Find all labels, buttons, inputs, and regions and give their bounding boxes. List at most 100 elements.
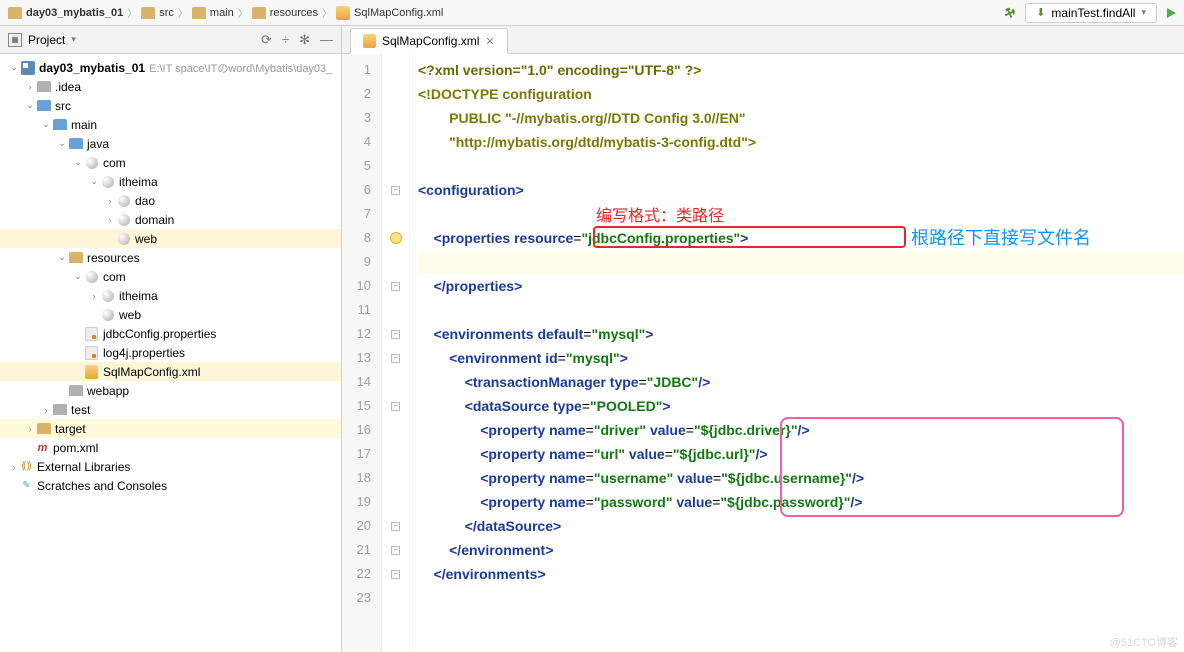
breadcrumb-item[interactable]: src [159,7,174,19]
tree-row[interactable]: ›⟪⟫External Libraries [0,457,341,476]
chevron-down-icon[interactable]: ⌄ [8,62,20,73]
code-line[interactable]: <property name="username" value="${jdbc.… [418,466,1184,490]
breadcrumb-item[interactable]: day03_mybatis_01 [26,7,123,19]
run-button-icon[interactable] [1167,8,1176,18]
close-tab-icon[interactable]: ✕ [485,35,494,48]
tree-item-label: .idea [55,80,81,94]
line-number: 12 [342,322,371,346]
fold-end-icon[interactable]: − [391,546,400,555]
line-number: 6 [342,178,371,202]
fold-end-icon[interactable]: − [391,570,400,579]
tree-item-label: com [103,156,126,170]
breadcrumb-item[interactable]: SqlMapConfig.xml [354,7,443,19]
settings-icon[interactable]: ✻ [299,32,310,48]
tree-item-label: itheima [119,175,158,189]
code-line[interactable]: </environment> [418,538,1184,562]
tree-row[interactable]: ⌄src [0,96,341,115]
fold-end-icon[interactable]: − [391,282,400,291]
chevron-right-icon[interactable]: › [8,462,20,472]
tree-row[interactable]: ⌄main [0,115,341,134]
code-line[interactable]: "http://mybatis.org/dtd/mybatis-3-config… [418,130,1184,154]
code-line[interactable]: <dataSource type="POOLED"> [418,394,1184,418]
editor-tab[interactable]: SqlMapConfig.xml ✕ [350,28,508,54]
tree-row[interactable]: web [0,229,341,248]
tree-row[interactable]: SqlMapConfig.xml [0,362,341,381]
code-line[interactable]: </properties> [418,274,1184,298]
run-config-dropdown[interactable]: ⬇ mainTest.findAll ▾ [1025,3,1157,23]
code-editor[interactable]: 1234567891011121314151617181920212223 − −… [342,54,1184,652]
tree-row[interactable]: ⌄com [0,267,341,286]
tree-row[interactable]: ⌄java [0,134,341,153]
chevron-down-icon[interactable]: ⌄ [40,119,52,130]
chevron-down-icon[interactable]: ⌄ [88,176,100,187]
code-line[interactable]: <?xml version="1.0" encoding="UTF-8" ?> [418,58,1184,82]
build-icon[interactable]: ⚒ [1002,4,1017,21]
chevron-right-icon[interactable]: › [104,215,116,225]
code-line[interactable]: <property name="url" value="${jdbc.url}"… [418,442,1184,466]
fold-collapse-icon[interactable]: − [391,402,400,411]
code-line[interactable] [418,586,1184,610]
package-icon [100,174,115,189]
tree-row[interactable]: ›dao [0,191,341,210]
chevron-down-icon[interactable]: ⌄ [72,157,84,168]
chevron-right-icon[interactable]: › [24,424,36,434]
run-config-label: mainTest.findAll [1051,6,1135,20]
code-line[interactable] [418,202,1184,226]
tree-row[interactable]: ⌄ com [0,153,341,172]
code-content[interactable]: 编写格式：类路径 根路径下直接写文件名 <?xml version="1.0" … [410,54,1184,652]
divide-icon[interactable]: ÷ [282,32,289,48]
tree-row[interactable]: ›itheima [0,286,341,305]
tree-row[interactable]: jdbcConfig.properties [0,324,341,343]
tree-row[interactable]: ✎Scratches and Consoles [0,476,341,495]
code-line[interactable] [418,298,1184,322]
code-line[interactable]: <configuration> [418,178,1184,202]
chevron-right-icon[interactable]: › [24,82,36,92]
chevron-right-icon[interactable]: › [40,405,52,415]
tree-row[interactable]: mpom.xml [0,438,341,457]
line-number-gutter: 1234567891011121314151617181920212223 [342,54,382,652]
chevron-right-icon[interactable]: › [104,196,116,206]
project-view-icon[interactable]: ▦ [8,33,22,47]
fold-end-icon[interactable]: − [391,522,400,531]
code-line[interactable]: <environments default="mysql"> [418,322,1184,346]
tree-row[interactable]: ›target [0,419,341,438]
tree-row[interactable]: webapp [0,381,341,400]
code-line[interactable]: </dataSource> [418,514,1184,538]
code-line[interactable]: <property name="password" value="${jdbc.… [418,490,1184,514]
tree-row[interactable]: ›test [0,400,341,419]
breadcrumb-item[interactable]: resources [270,7,318,19]
tree-row[interactable]: ⌄resources [0,248,341,267]
code-line[interactable]: PUBLIC "-//mybatis.org//DTD Config 3.0//… [418,106,1184,130]
code-line[interactable]: <!DOCTYPE configuration [418,82,1184,106]
fold-collapse-icon[interactable]: − [391,330,400,339]
chevron-right-icon[interactable]: › [88,291,100,301]
tree-row[interactable]: › domain [0,210,341,229]
code-line[interactable]: <environment id="mysql"> [418,346,1184,370]
annotation-red: 编写格式：类路径 [596,202,724,226]
breadcrumb-item[interactable]: main [210,7,234,19]
intention-bulb-icon[interactable] [390,232,402,244]
code-line[interactable]: <property name="driver" value="${jdbc.dr… [418,418,1184,442]
fold-collapse-icon[interactable]: − [391,354,400,363]
tree-row[interactable]: › .idea [0,77,341,96]
hide-icon[interactable]: — [320,32,333,48]
code-line[interactable]: <transactionManager type="JDBC"/> [418,370,1184,394]
folder-icon [8,7,22,19]
tree-row[interactable]: ⌄day03_mybatis_01E:\IT space\ITのword\Myb… [0,58,341,77]
tree-row[interactable]: ⌄ itheima [0,172,341,191]
code-line[interactable]: </environments> [418,562,1184,586]
project-tree[interactable]: ⌄day03_mybatis_01E:\IT space\ITのword\Myb… [0,54,341,652]
project-panel-header: ▦ Project ▾ ⟳ ÷ ✻ — [0,26,341,54]
chevron-down-icon[interactable]: ⌄ [56,252,68,263]
tree-item-label: domain [135,213,174,227]
code-line[interactable] [418,250,1184,274]
chevron-down-icon[interactable]: ⌄ [72,271,84,282]
chevron-down-icon[interactable]: ⌄ [24,100,36,111]
package-icon [116,212,131,227]
tree-row[interactable]: web [0,305,341,324]
fold-collapse-icon[interactable]: − [391,186,400,195]
tree-row[interactable]: log4j.properties [0,343,341,362]
code-line[interactable] [418,154,1184,178]
collapse-icon[interactable]: ⟳ [261,32,272,48]
chevron-down-icon[interactable]: ⌄ [56,138,68,149]
